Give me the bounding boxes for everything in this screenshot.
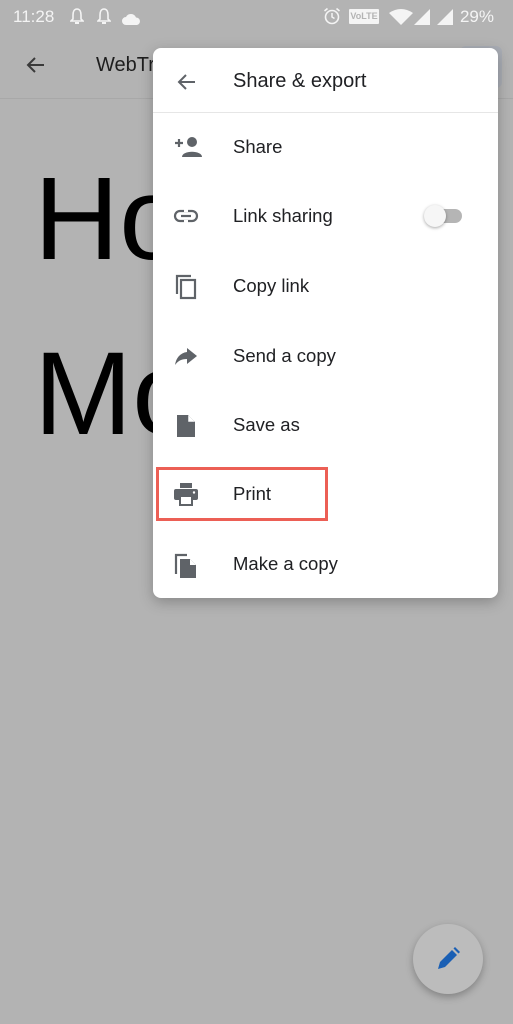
notification-bell-icon bbox=[69, 8, 85, 29]
signal-icon bbox=[437, 9, 455, 30]
file-copy-icon bbox=[173, 552, 199, 578]
edit-pencil-icon bbox=[438, 947, 460, 969]
document-title: WebTr bbox=[96, 54, 155, 76]
menu-title: Share & export bbox=[233, 70, 367, 92]
alarm-icon bbox=[323, 7, 341, 30]
arrow-back-icon[interactable] bbox=[175, 70, 199, 99]
menu-item-label: Share bbox=[233, 136, 283, 157]
cloud-icon bbox=[121, 10, 141, 30]
menu-item-label: Make a copy bbox=[233, 553, 338, 574]
menu-item-label: Send a copy bbox=[233, 345, 336, 366]
wifi-icon bbox=[389, 9, 413, 30]
menu-item-make-a-copy[interactable]: Make a copy bbox=[153, 531, 498, 597]
menu-item-share[interactable]: Share bbox=[153, 114, 498, 180]
link-sharing-toggle[interactable] bbox=[424, 205, 464, 227]
file-icon bbox=[173, 413, 199, 437]
status-bar: 11:28 VoLTE 29% bbox=[0, 0, 513, 34]
menu-header: Share & export bbox=[153, 48, 498, 113]
notification-bell-icon bbox=[96, 8, 112, 29]
menu-item-label: Link sharing bbox=[233, 205, 333, 226]
signal-icon bbox=[414, 9, 432, 30]
menu-item-send-a-copy[interactable]: Send a copy bbox=[153, 323, 498, 389]
edit-fab-button[interactable] bbox=[413, 924, 483, 994]
toggle-thumb bbox=[424, 205, 446, 227]
status-time: 11:28 bbox=[13, 7, 55, 26]
arrow-back-icon[interactable] bbox=[24, 53, 48, 82]
menu-item-link-sharing[interactable]: Link sharing bbox=[153, 183, 498, 249]
menu-item-label: Save as bbox=[233, 414, 300, 435]
volte-icon: VoLTE bbox=[349, 9, 379, 24]
print-highlight-box bbox=[156, 467, 328, 521]
link-icon bbox=[173, 204, 199, 228]
copy-icon bbox=[173, 274, 199, 300]
menu-item-label: Copy link bbox=[233, 275, 310, 296]
battery-level: 29% bbox=[459, 7, 494, 26]
menu-item-copy-link[interactable]: Copy link bbox=[153, 253, 498, 319]
forward-arrow-icon bbox=[173, 344, 199, 368]
menu-item-save-as[interactable]: Save as bbox=[153, 392, 498, 458]
person-add-icon bbox=[173, 135, 202, 159]
